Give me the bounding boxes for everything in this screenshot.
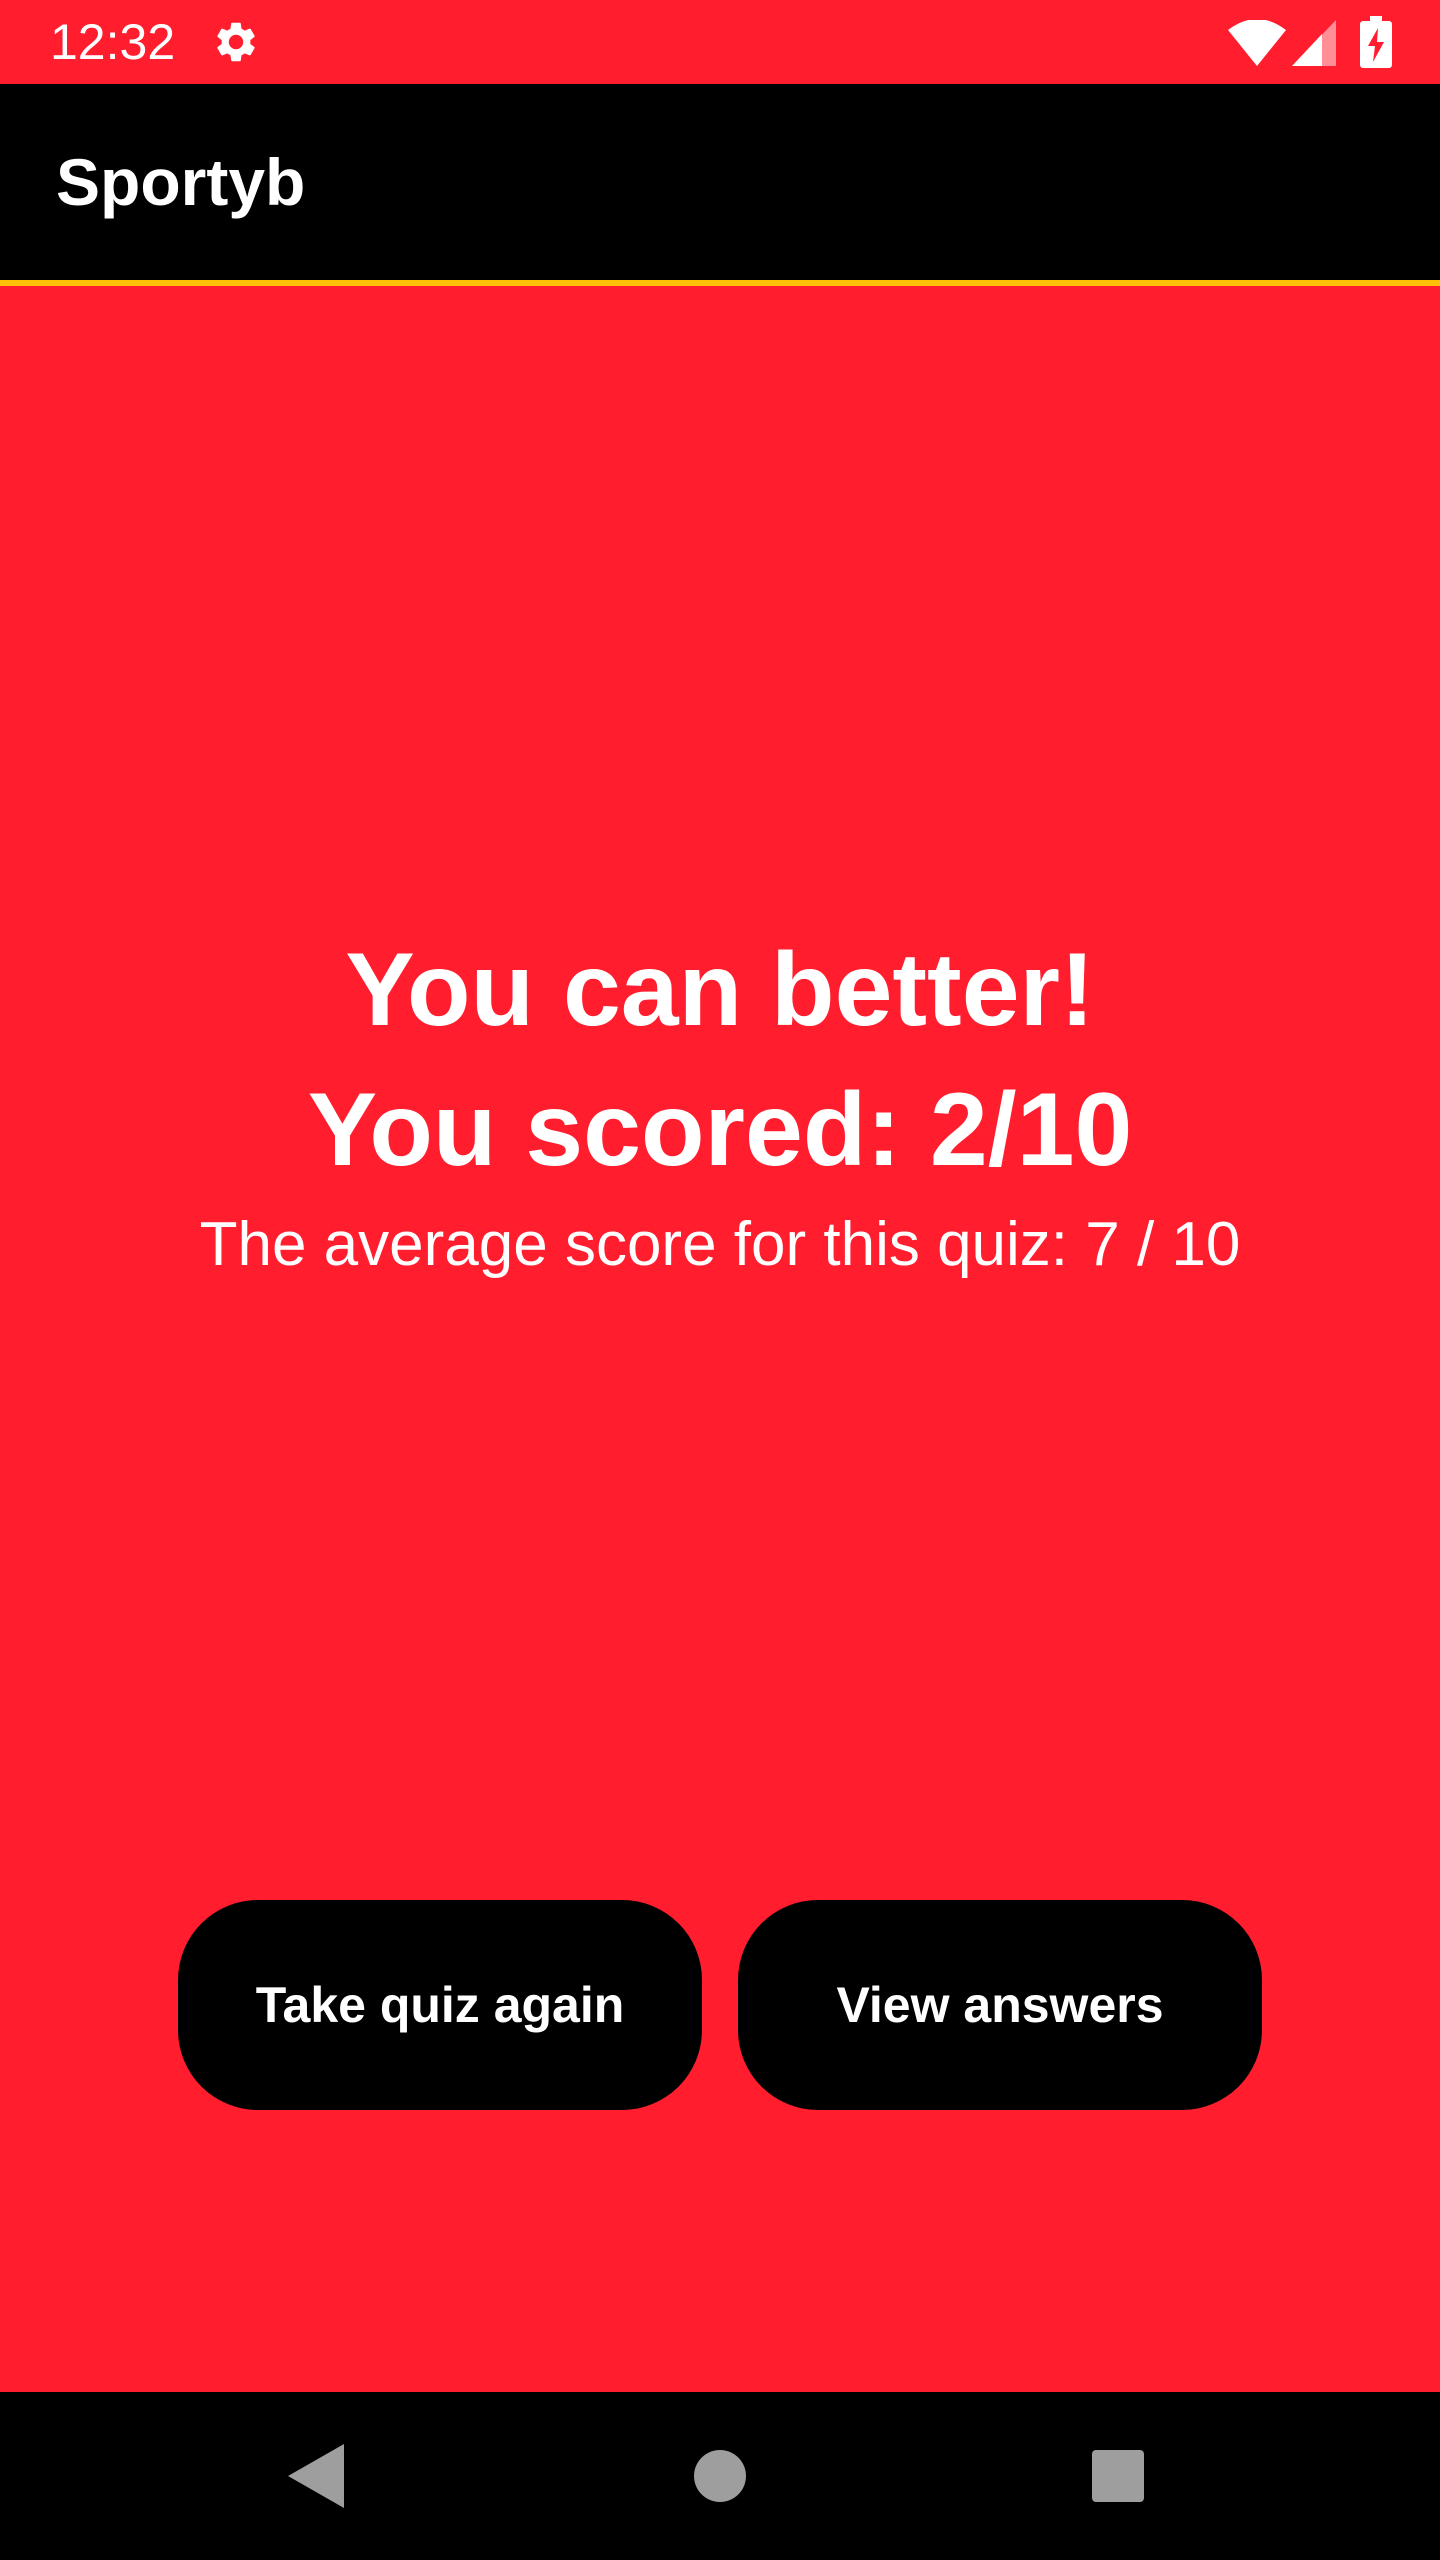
status-bar: 12:32 <box>0 0 1440 84</box>
view-answers-button[interactable]: View answers <box>738 1900 1262 2110</box>
wifi-icon <box>1228 20 1286 66</box>
app-bar-divider <box>0 280 1440 286</box>
home-icon[interactable] <box>694 2450 746 2502</box>
result-headline: You can better! <box>345 932 1095 1048</box>
back-icon[interactable] <box>288 2444 344 2508</box>
app-title: Sportyb <box>56 145 306 219</box>
take-quiz-again-button[interactable]: Take quiz again <box>178 1900 702 2110</box>
navigation-bar <box>0 2392 1440 2560</box>
result-score: You scored: 2/10 <box>307 1072 1133 1188</box>
app-bar: Sportyb <box>0 84 1440 280</box>
quiz-result: You can better! You scored: 2/10 The ave… <box>0 920 1440 1290</box>
average-score: The average score for this quiz: 7 / 10 <box>199 1210 1241 1279</box>
gear-icon <box>217 22 255 62</box>
recents-icon[interactable] <box>1092 2450 1144 2502</box>
battery-charging-icon <box>1360 16 1392 68</box>
status-time: 12:32 <box>50 14 176 70</box>
signal-icon <box>1292 20 1336 66</box>
